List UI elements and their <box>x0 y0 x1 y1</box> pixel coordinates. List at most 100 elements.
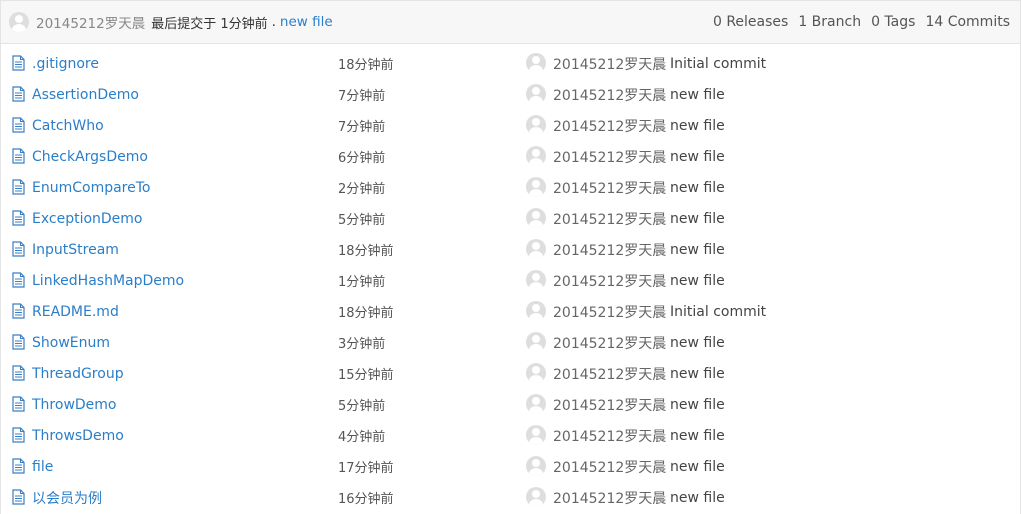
commit-message[interactable]: new file <box>670 397 725 413</box>
file-name-link[interactable]: InputStream <box>32 242 119 258</box>
user-avatar-icon[interactable] <box>526 53 546 73</box>
commit-message[interactable]: new file <box>670 180 725 196</box>
commit-message[interactable]: new file <box>670 118 725 134</box>
file-name-link[interactable]: AssertionDemo <box>32 87 139 103</box>
file-icon <box>12 179 25 195</box>
commit-message[interactable]: new file <box>670 490 725 506</box>
file-icon <box>12 148 25 164</box>
commit-author[interactable]: 20145212罗天晨 <box>553 116 666 136</box>
file-icon <box>12 55 25 71</box>
commit-author[interactable]: 20145212罗天晨 <box>553 488 666 508</box>
tags-link[interactable]: 0 Tags <box>871 14 915 30</box>
commit-author[interactable]: 20145212罗天晨 <box>553 271 666 291</box>
file-name-link[interactable]: CatchWho <box>32 118 104 134</box>
file-age: 1分钟前 <box>338 275 386 290</box>
file-age: 16分钟前 <box>338 492 394 507</box>
file-name-link[interactable]: ThreadGroup <box>32 366 124 382</box>
user-avatar-icon[interactable] <box>526 270 546 290</box>
commit-author[interactable]: 20145212罗天晨 <box>553 457 666 477</box>
file-name-link[interactable]: ShowEnum <box>32 335 110 351</box>
commit-author[interactable]: 20145212罗天晨 <box>553 395 666 415</box>
table-row[interactable]: ExceptionDemo 5分钟前 20145212罗天晨 new file <box>1 203 1020 234</box>
file-age: 5分钟前 <box>338 399 386 414</box>
commit-message[interactable]: new file <box>670 242 725 258</box>
table-row[interactable]: 以会员为例 16分钟前 20145212罗天晨 new file <box>1 482 1020 513</box>
table-row[interactable]: AssertionDemo 7分钟前 20145212罗天晨 new file <box>1 79 1020 110</box>
file-icon <box>12 365 25 381</box>
file-name-link[interactable]: ExceptionDemo <box>32 211 143 227</box>
file-name-link[interactable]: README.md <box>32 304 119 320</box>
commit-message[interactable]: new file <box>670 366 725 382</box>
table-row[interactable]: ShowEnum 3分钟前 20145212罗天晨 new file <box>1 327 1020 358</box>
user-avatar-icon[interactable] <box>526 363 546 383</box>
commit-message[interactable]: new file <box>670 428 725 444</box>
user-avatar-icon[interactable] <box>526 239 546 259</box>
commit-message[interactable]: Initial commit <box>670 56 766 72</box>
file-age: 17分钟前 <box>338 461 394 476</box>
table-row[interactable]: .gitignore 18分钟前 20145212罗天晨 Initial commit <box>1 48 1020 79</box>
table-row[interactable]: InputStream 18分钟前 20145212罗天晨 new file <box>1 234 1020 265</box>
table-row[interactable]: README.md 18分钟前 20145212罗天晨 Initial commit <box>1 296 1020 327</box>
user-avatar-icon[interactable] <box>526 487 546 507</box>
commit-author[interactable]: 20145212罗天晨 <box>553 209 666 229</box>
file-name-link[interactable]: ThrowsDemo <box>32 428 124 444</box>
file-name-link[interactable]: 以会员为例 <box>32 488 102 508</box>
commit-message[interactable]: Initial commit <box>670 304 766 320</box>
file-icon <box>12 303 25 319</box>
table-row[interactable]: ThrowsDemo 4分钟前 20145212罗天晨 new file <box>1 420 1020 451</box>
user-avatar-icon[interactable] <box>526 84 546 104</box>
user-avatar-icon[interactable] <box>526 394 546 414</box>
commit-message[interactable]: new file <box>670 273 725 289</box>
file-icon <box>12 427 25 443</box>
commit-message[interactable]: new file <box>670 211 725 227</box>
user-avatar-icon[interactable] <box>526 456 546 476</box>
table-row[interactable]: EnumCompareTo 2分钟前 20145212罗天晨 new file <box>1 172 1020 203</box>
commit-message[interactable]: new file <box>670 87 725 103</box>
user-avatar-icon[interactable] <box>9 12 29 32</box>
commit-author[interactable]: 20145212罗天晨 <box>553 302 666 322</box>
file-icon <box>12 458 25 474</box>
releases-link[interactable]: 0 Releases <box>713 14 788 30</box>
separator: . <box>271 14 276 30</box>
commit-message[interactable]: new file <box>670 335 725 351</box>
file-icon <box>12 272 25 288</box>
table-row[interactable]: ThreadGroup 15分钟前 20145212罗天晨 new file <box>1 358 1020 389</box>
last-commit-message-link[interactable]: new file <box>280 14 333 30</box>
table-row[interactable]: LinkedHashMapDemo 1分钟前 20145212罗天晨 new file <box>1 265 1020 296</box>
user-avatar-icon[interactable] <box>526 425 546 445</box>
commit-author[interactable]: 20145212罗天晨 <box>553 178 666 198</box>
table-row[interactable]: CatchWho 7分钟前 20145212罗天晨 new file <box>1 110 1020 141</box>
user-avatar-icon[interactable] <box>526 115 546 135</box>
commit-author[interactable]: 20145212罗天晨 <box>553 54 666 74</box>
last-commit-bar: 20145212罗天晨 最后提交于 1分钟前 . new file 0 Rele… <box>1 1 1020 44</box>
table-row[interactable]: ThrowDemo 5分钟前 20145212罗天晨 new file <box>1 389 1020 420</box>
user-avatar-icon[interactable] <box>526 146 546 166</box>
branch-link[interactable]: 1 Branch <box>798 14 861 30</box>
user-avatar-icon[interactable] <box>526 208 546 228</box>
last-commit-author[interactable]: 20145212罗天晨 <box>36 12 145 32</box>
commits-link[interactable]: 14 Commits <box>925 14 1010 30</box>
commit-message[interactable]: new file <box>670 459 725 475</box>
file-age: 7分钟前 <box>338 89 386 104</box>
user-avatar-icon[interactable] <box>526 332 546 352</box>
file-name-link[interactable]: ThrowDemo <box>32 397 117 413</box>
commit-author[interactable]: 20145212罗天晨 <box>553 333 666 353</box>
table-row[interactable]: CheckArgsDemo 6分钟前 20145212罗天晨 new file <box>1 141 1020 172</box>
file-name-link[interactable]: CheckArgsDemo <box>32 149 148 165</box>
commit-author[interactable]: 20145212罗天晨 <box>553 85 666 105</box>
file-age: 7分钟前 <box>338 120 386 135</box>
commit-author[interactable]: 20145212罗天晨 <box>553 364 666 384</box>
file-name-link[interactable]: file <box>32 459 53 475</box>
file-name-link[interactable]: .gitignore <box>32 56 99 72</box>
commit-message[interactable]: new file <box>670 149 725 165</box>
file-name-link[interactable]: EnumCompareTo <box>32 180 150 196</box>
user-avatar-icon[interactable] <box>526 177 546 197</box>
file-name-link[interactable]: LinkedHashMapDemo <box>32 273 184 289</box>
commit-author[interactable]: 20145212罗天晨 <box>553 240 666 260</box>
commit-author[interactable]: 20145212罗天晨 <box>553 426 666 446</box>
user-avatar-icon[interactable] <box>526 301 546 321</box>
repo-stats: 0 Releases 1 Branch 0 Tags 14 Commits <box>713 14 1010 30</box>
last-commit-time: 最后提交于 1分钟前 <box>151 16 268 32</box>
commit-author[interactable]: 20145212罗天晨 <box>553 147 666 167</box>
table-row[interactable]: file 17分钟前 20145212罗天晨 new file <box>1 451 1020 482</box>
